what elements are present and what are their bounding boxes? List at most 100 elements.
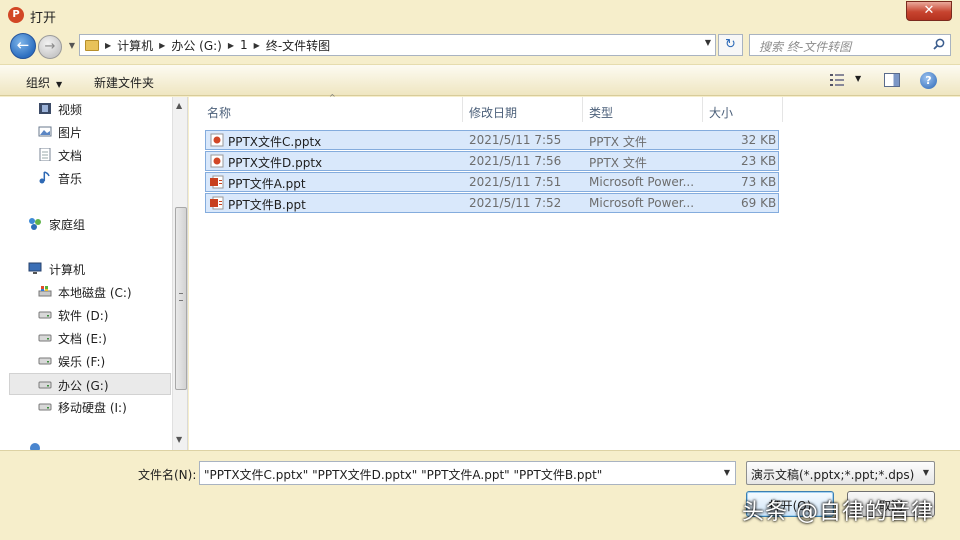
chevron-right-icon[interactable]: ▶ (159, 41, 165, 50)
breadcrumb-current-folder[interactable]: 终-文件转图 (266, 37, 330, 54)
forward-arrow-icon[interactable]: → (38, 35, 62, 59)
view-dropdown-icon[interactable]: ▼ (855, 74, 861, 83)
file-date: 2021/5/11 7:52 (469, 196, 562, 210)
sidebar-item-drive-e[interactable]: 文档 (E:) (0, 327, 172, 349)
file-date: 2021/5/11 7:56 (469, 154, 562, 168)
chevron-right-icon[interactable]: ▶ (254, 41, 260, 50)
sidebar-item-label: 计算机 (49, 263, 86, 277)
filename-dropdown-icon[interactable]: ▼ (724, 468, 730, 477)
address-dropdown-icon[interactable]: ▼ (705, 38, 711, 47)
video-icon (39, 103, 51, 114)
filename-value: "PPTX文件C.pptx" "PPTX文件D.pptx" "PPT文件A.pp… (204, 468, 603, 482)
drive-icon (38, 311, 52, 319)
column-header-size[interactable]: 大小 (703, 97, 783, 122)
address-bar[interactable]: ▶ 计算机 ▶ 办公 (G:) ▶ 1 ▶ 终-文件转图 ▼ (79, 34, 716, 56)
column-type-label: 类型 (589, 106, 614, 120)
sort-ascending-icon: ^ (329, 93, 336, 102)
sidebar-item-homegroup[interactable]: 家庭组 (0, 213, 172, 235)
grip-icon (179, 293, 183, 301)
sidebar-item-drive-i[interactable]: 移动硬盘 (I:) (0, 396, 172, 418)
file-row[interactable]: PPT文件B.ppt 2021/5/11 7:52 Microsoft Powe… (205, 193, 779, 213)
filetype-value: 演示文稿(*.pptx;*.ppt;*.dps) (751, 468, 915, 482)
sidebar-item-label: 娱乐 (F:) (58, 355, 106, 369)
pptx-icon (210, 133, 224, 147)
ppt-icon (210, 196, 224, 210)
refresh-icon[interactable]: ↻ (718, 34, 743, 56)
new-folder-button[interactable]: 新建文件夹 (94, 74, 154, 91)
sidebar-item-label: 办公 (G:) (58, 379, 109, 393)
scroll-up-icon[interactable]: ▲ (176, 101, 182, 110)
chevron-right-icon[interactable]: ▶ (228, 41, 234, 50)
back-arrow-icon[interactable]: ← (10, 33, 36, 59)
picture-icon (38, 126, 52, 137)
sidebar-item-drive-f[interactable]: 娱乐 (F:) (0, 350, 172, 372)
organize-menu[interactable]: 组织 ▼ (26, 74, 62, 91)
sidebar-item-label: 图片 (58, 126, 83, 140)
sidebar-item-label: 文档 (58, 149, 83, 163)
search-icon[interactable] (933, 38, 945, 50)
sidebar-item-drive-g[interactable]: 办公 (G:) (9, 373, 171, 395)
column-name-label: 名称 (207, 106, 232, 120)
file-name: PPT文件A.ppt (228, 177, 306, 191)
recent-pages-dropdown[interactable]: ▼ (66, 39, 78, 53)
breadcrumb-folder-1[interactable]: 1 (240, 38, 248, 52)
drive-icon (38, 381, 52, 389)
network-icon (30, 443, 40, 450)
search-input[interactable]: 搜索 终-文件转图 (749, 34, 951, 56)
homegroup-icon (29, 218, 41, 230)
sidebar-item-pictures[interactable]: 图片 (0, 121, 172, 143)
chevron-right-icon[interactable]: ▶ (105, 41, 111, 50)
sidebar-item-label: 家庭组 (49, 218, 86, 232)
view-options-icon[interactable] (830, 74, 844, 86)
filename-input[interactable]: "PPTX文件C.pptx" "PPTX文件D.pptx" "PPT文件A.pp… (199, 461, 736, 485)
sidebar-item-music[interactable]: 音乐 (0, 167, 172, 189)
file-type: PPTX 文件 (589, 135, 647, 149)
scroll-down-icon[interactable]: ▼ (176, 435, 182, 444)
file-type: Microsoft Power... (589, 196, 695, 210)
sidebar-item-documents[interactable]: 文档 (0, 144, 172, 166)
window-title: 打开 (30, 11, 57, 26)
computer-icon (28, 262, 42, 274)
file-name: PPT文件B.ppt (228, 198, 306, 212)
breadcrumb-drive-g[interactable]: 办公 (G:) (171, 37, 222, 54)
music-icon (39, 171, 50, 184)
column-header-type[interactable]: 类型 (583, 97, 703, 122)
sidebar-item-videos[interactable]: 视频 (0, 98, 172, 120)
file-row[interactable]: PPTX文件D.pptx 2021/5/11 7:56 PPTX 文件 23 K… (205, 151, 779, 171)
column-date-label: 修改日期 (469, 106, 518, 120)
navigation-pane: 视频 图片 文档 音乐 家庭组 计算机 本地磁盘 (C:) 软件 (D:) 文档… (0, 97, 188, 450)
column-header-date[interactable]: 修改日期 (463, 97, 583, 122)
document-icon (39, 148, 51, 161)
sidebar-item-computer[interactable]: 计算机 (0, 258, 172, 280)
close-button[interactable]: ✕ (906, 1, 952, 21)
file-size: 32 KB (741, 133, 777, 147)
scrollbar-thumb[interactable] (175, 207, 187, 390)
preview-pane-icon[interactable] (884, 73, 900, 87)
column-header-name[interactable]: 名称 ^ (189, 93, 463, 122)
file-size: 69 KB (741, 196, 777, 210)
folder-icon (85, 39, 99, 51)
organize-label: 组织 (26, 76, 51, 90)
ppt-icon (210, 175, 224, 189)
sidebar-item-drive-c[interactable]: 本地磁盘 (C:) (0, 281, 172, 303)
sidebar-item-network-partial[interactable] (0, 437, 172, 450)
system-drive-icon (38, 286, 52, 297)
filetype-select[interactable]: 演示文稿(*.pptx;*.ppt;*.dps) ▼ (746, 461, 935, 485)
file-row[interactable]: PPT文件A.ppt 2021/5/11 7:51 Microsoft Powe… (205, 172, 779, 192)
help-icon[interactable]: ? (920, 72, 937, 89)
file-name: PPTX文件C.pptx (228, 135, 322, 149)
column-size-label: 大小 (709, 106, 734, 120)
sidebar-item-label: 软件 (D:) (58, 309, 109, 323)
file-row[interactable]: PPTX文件C.pptx 2021/5/11 7:55 PPTX 文件 32 K… (205, 130, 779, 150)
breadcrumb-computer[interactable]: 计算机 (117, 37, 153, 54)
file-date: 2021/5/11 7:51 (469, 175, 562, 189)
search-placeholder: 搜索 终-文件转图 (759, 40, 852, 54)
drive-icon (38, 334, 52, 342)
file-type: Microsoft Power... (589, 175, 695, 189)
sidebar-item-drive-d[interactable]: 软件 (D:) (0, 304, 172, 326)
command-bar: 组织 ▼ 新建文件夹 ▼ ? (0, 64, 960, 96)
watermark-text: 头条 @自律的音律 (742, 500, 934, 525)
sidebar-scrollbar[interactable]: ▲ ▼ (172, 97, 187, 450)
file-list: 名称 ^ 修改日期 类型 大小 PPTX文件C.pptx 2021/5/11 7… (189, 93, 960, 450)
filetype-dropdown-icon[interactable]: ▼ (923, 468, 929, 477)
